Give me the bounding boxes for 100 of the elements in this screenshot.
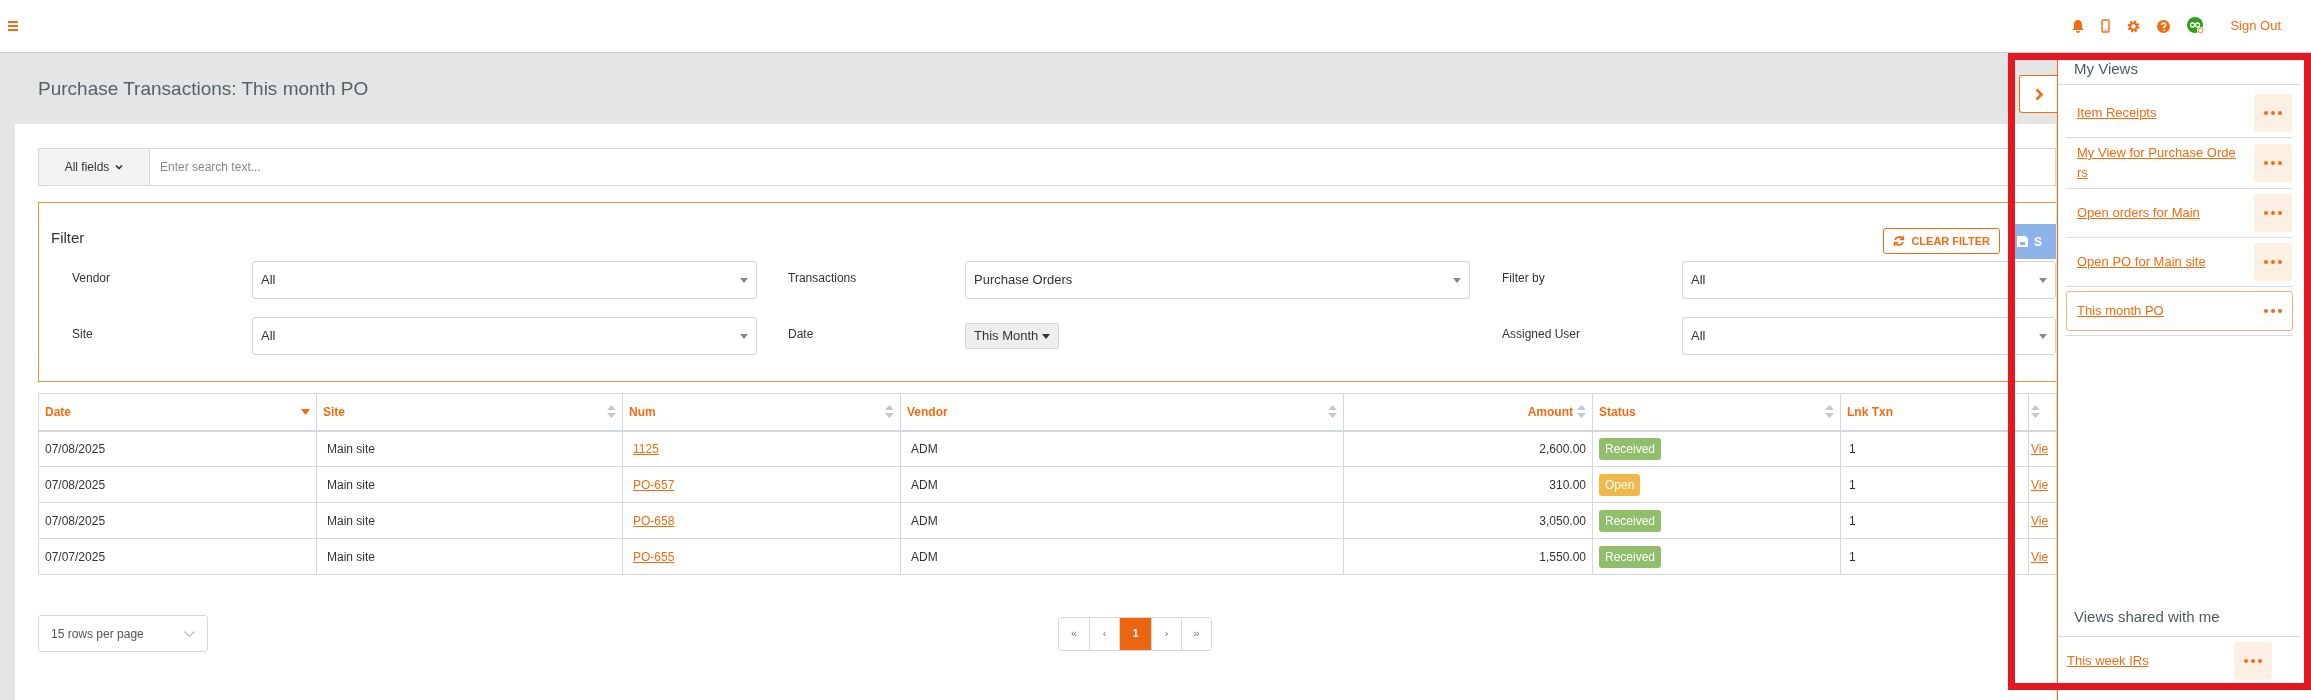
date-dropdown-button[interactable]: This Month [965, 323, 1060, 349]
view-item[interactable]: Open PO for Main site [2066, 242, 2293, 282]
table-cell: 310.00 [1343, 466, 1593, 503]
table-cell: ADM [900, 502, 1344, 539]
table-cell: 07/08/2025 [38, 430, 317, 467]
caret-down-icon [1042, 333, 1051, 339]
view-link[interactable]: My View for Purchase Orders [2077, 143, 2237, 183]
table-cell: 07/07/2025 [38, 538, 317, 575]
view-options-button[interactable] [2234, 642, 2272, 680]
table-cell: 1 [1840, 538, 2029, 575]
column-header[interactable]: Lnk Txn [1840, 393, 2029, 431]
view-link[interactable]: This week IRs [2067, 651, 2227, 671]
select-value: Purchase Orders [974, 271, 1073, 290]
status-badge: Received [1599, 437, 1662, 460]
select-field[interactable]: All [1682, 261, 2056, 299]
menu-icon[interactable] [8, 21, 18, 31]
view-item[interactable]: My View for Purchase Orders [2066, 142, 2293, 184]
search-field-selector[interactable]: All fields [38, 148, 150, 186]
select-field[interactable]: Purchase Orders [965, 261, 1470, 299]
table-cell: 2,600.00 [1343, 430, 1593, 467]
view-item[interactable]: Item Receipts [2066, 93, 2293, 133]
column-header[interactable]: Num [622, 393, 901, 431]
selected-view-item[interactable]: This month PO [2066, 291, 2293, 331]
column-header[interactable]: Date [38, 393, 317, 431]
table-cell: Main site [316, 466, 623, 503]
filter-title: Filter [51, 227, 85, 248]
column-header[interactable] [2028, 393, 2057, 431]
ellipsis-icon [2264, 111, 2282, 115]
table-cell: 1,550.00 [1343, 538, 1593, 575]
ellipsis-icon [2264, 161, 2282, 165]
view-options-button[interactable] [2254, 94, 2292, 132]
settings-icon[interactable] [2127, 19, 2141, 33]
filter-label: Assigned User [1502, 326, 1581, 343]
table-cell: Main site [316, 430, 623, 467]
rows-per-page-select[interactable]: 15 rows per page [38, 615, 208, 652]
view-options-button[interactable] [2254, 144, 2292, 182]
sign-out-link[interactable]: Sign Out [2230, 16, 2281, 36]
view-link[interactable]: Item Receipts [2077, 103, 2237, 123]
table-cell: 1 [1840, 430, 2029, 467]
pagination-button[interactable]: 1 [1119, 617, 1151, 650]
select-value: All [261, 327, 276, 346]
filter-label: Filter by [1502, 270, 1545, 287]
ellipsis-icon [2264, 309, 2282, 313]
table-cell: 07/08/2025 [38, 502, 317, 539]
filter-label: Transactions [788, 270, 857, 287]
filter-label: Site [72, 326, 93, 343]
caret-down-icon [740, 277, 748, 283]
view-link[interactable]: Open PO for Main site [2077, 252, 2237, 272]
transaction-number-link[interactable]: PO-655 [633, 549, 675, 564]
column-header[interactable]: Amount [1343, 393, 1593, 431]
table-cell: 1 [1840, 502, 2029, 539]
table-cell: 1 [1840, 466, 2029, 503]
column-header[interactable]: Site [316, 393, 623, 431]
clear-filter-button[interactable]: CLEAR FILTER [1883, 228, 2000, 254]
column-header[interactable]: Status [1592, 393, 1841, 431]
filter-label: Vendor [72, 270, 111, 287]
transaction-number-link[interactable]: PO-657 [633, 477, 675, 492]
view-item[interactable]: Open orders for Main [2066, 193, 2293, 233]
chevron-down-icon [184, 630, 195, 637]
view-options-button[interactable] [2254, 243, 2292, 281]
column-header[interactable]: Vendor [900, 393, 1344, 431]
select-value: All [261, 271, 276, 290]
ellipsis-icon [2264, 260, 2282, 264]
table-cell: 07/08/2025 [38, 466, 317, 503]
view-item[interactable]: This week IRs [2066, 641, 2283, 681]
status-badge: Received [1599, 509, 1662, 532]
select-field[interactable]: All [252, 317, 757, 355]
table-cell: 3,050.00 [1343, 502, 1593, 539]
caret-down-icon [2039, 277, 2047, 283]
table-cell: ADM [900, 538, 1344, 575]
select-field[interactable]: All [252, 261, 757, 299]
table-cell: Main site [316, 502, 623, 539]
help-icon[interactable] [2157, 19, 2171, 33]
view-options-button[interactable] [2254, 194, 2292, 232]
mobile-phone-icon[interactable] [2101, 19, 2111, 33]
caret-down-icon [740, 333, 748, 339]
transaction-number-link[interactable]: 1125 [633, 441, 659, 456]
panel-toggle-button[interactable] [2019, 75, 2059, 113]
table-cell: ADM [900, 466, 1344, 503]
search-input[interactable]: Enter search text... [150, 148, 2056, 186]
table-cell: ADM [900, 430, 1344, 467]
filter-label: Date [788, 326, 814, 343]
app-logo-icon[interactable] [2187, 17, 2206, 35]
select-field[interactable]: All [1682, 317, 2056, 355]
view-link[interactable]: Open orders for Main [2077, 203, 2237, 223]
ellipsis-icon [2244, 659, 2262, 663]
view-link[interactable]: This month PO [2077, 301, 2237, 321]
caret-down-icon [2039, 333, 2047, 339]
select-value: All [1691, 271, 1706, 290]
chevron-right-icon [2035, 87, 2044, 101]
ellipsis-icon [2264, 211, 2282, 215]
pagination-button[interactable]: » [1181, 617, 1211, 650]
status-badge: Open [1599, 473, 1641, 496]
table-cell: Main site [316, 538, 623, 575]
select-value: All [1691, 327, 1706, 346]
refresh-icon [1893, 235, 1906, 247]
shared-views-title: Views shared with me [2074, 606, 2221, 627]
notification-bell-icon[interactable] [2072, 19, 2085, 33]
transaction-number-link[interactable]: PO-658 [633, 513, 675, 528]
chevron-down-icon [115, 164, 124, 170]
